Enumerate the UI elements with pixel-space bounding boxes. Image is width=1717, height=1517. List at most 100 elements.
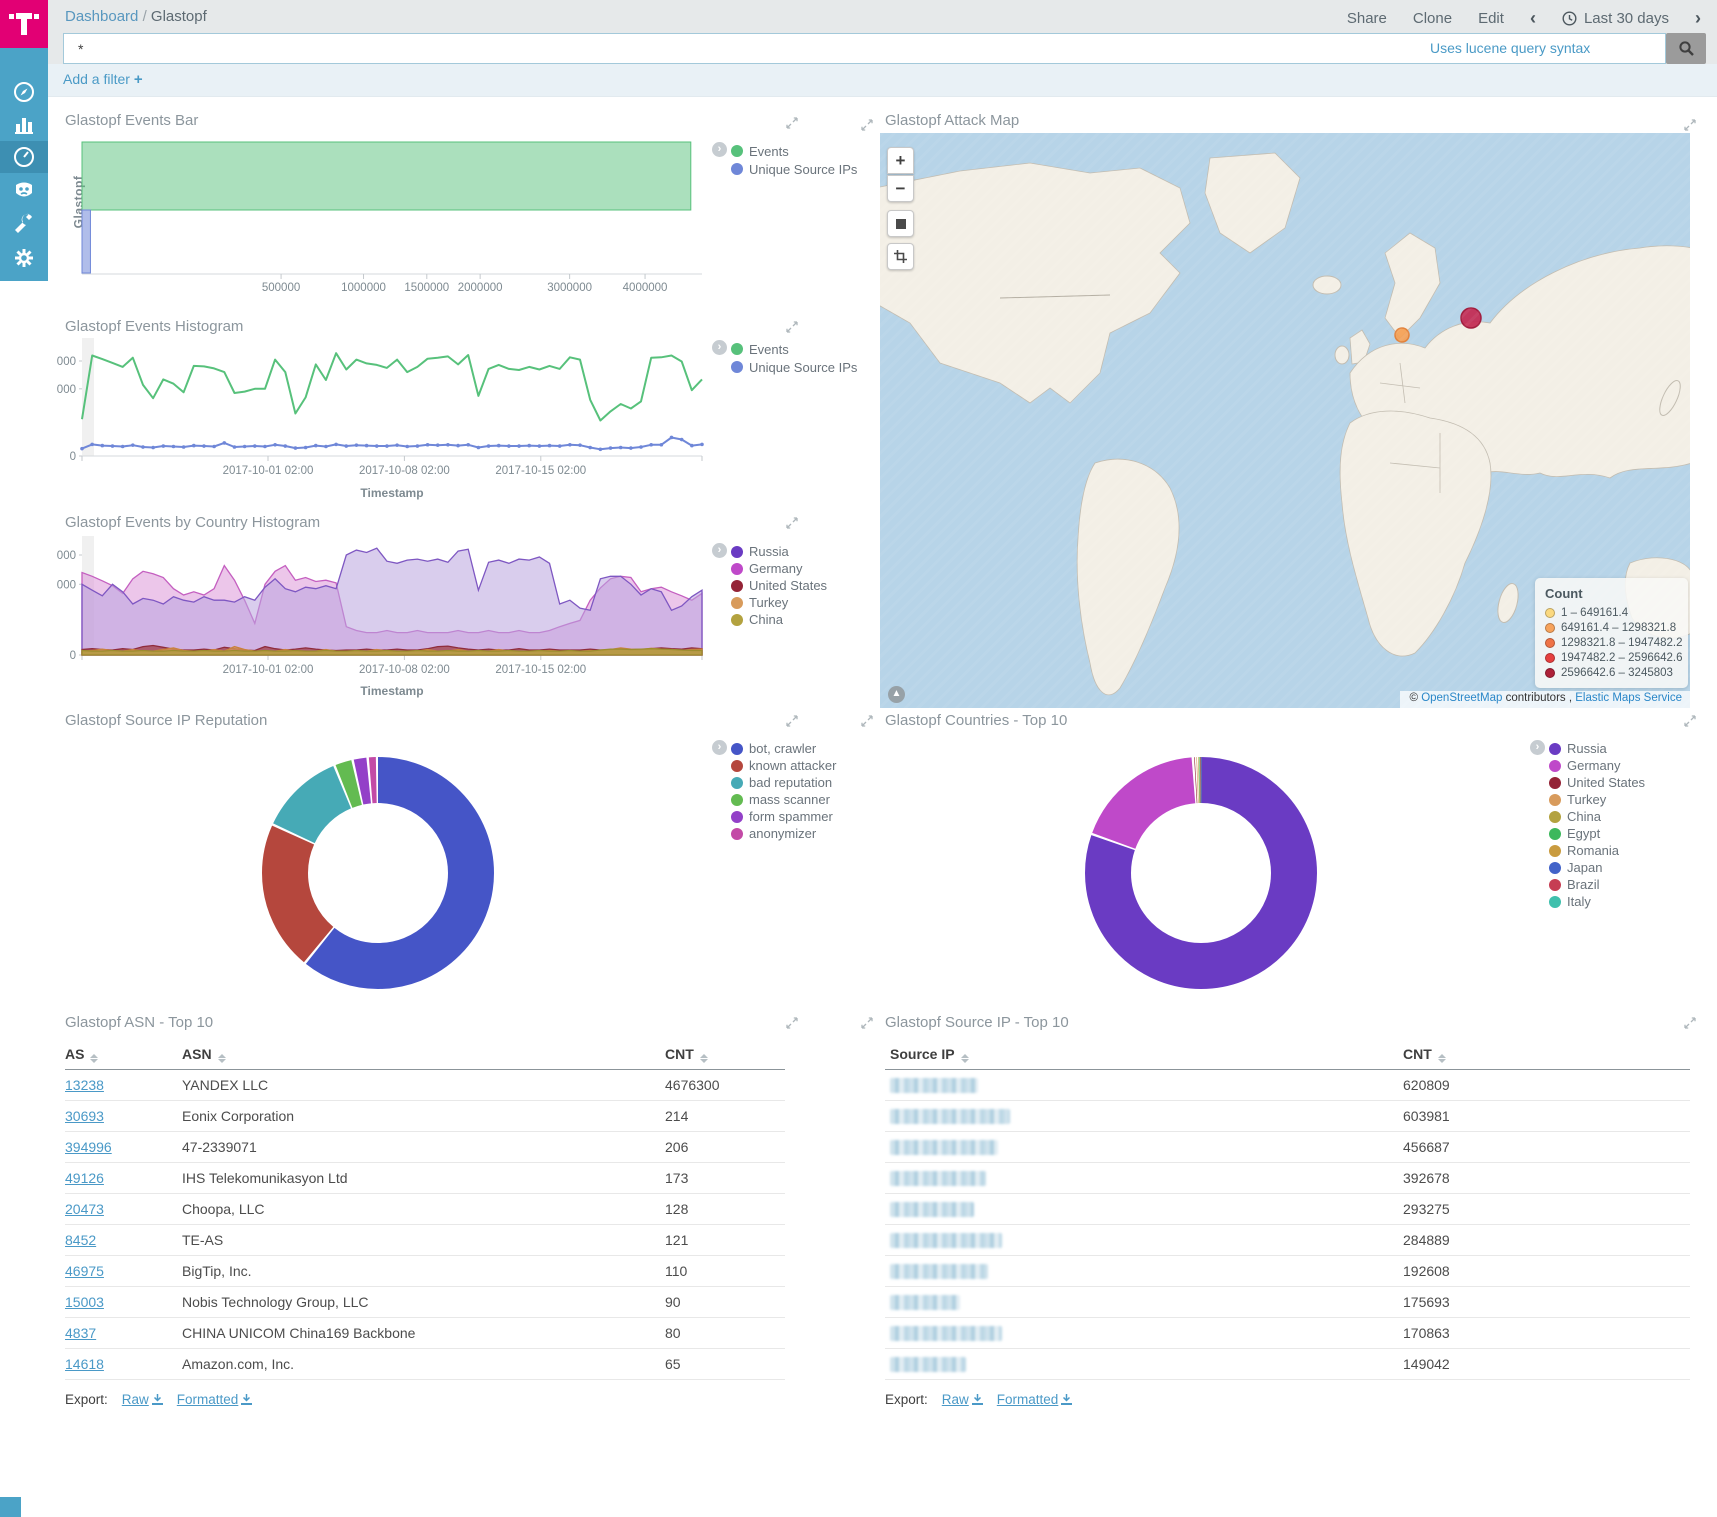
- legend-item[interactable]: Germany: [731, 560, 827, 577]
- sidebar-item-bar-chart[interactable]: [0, 108, 48, 140]
- sidebar-collapse-corner[interactable]: [0, 1497, 21, 1517]
- legend-toggle-icon[interactable]: ›: [712, 740, 727, 755]
- expand-panel-icon[interactable]: [786, 1016, 798, 1028]
- lucene-syntax-link[interactable]: Uses lucene query syntax: [1430, 40, 1590, 56]
- sort-icon[interactable]: [218, 1054, 226, 1063]
- as-number-link[interactable]: 8452: [65, 1232, 96, 1248]
- legend-item[interactable]: anonymizer: [731, 825, 836, 842]
- sidebar-item-dashboard-gauge[interactable]: [0, 141, 48, 173]
- expand-panel-icon[interactable]: [861, 118, 873, 130]
- legend-item[interactable]: bot, crawler: [731, 740, 836, 757]
- expand-panel-icon[interactable]: [1684, 714, 1696, 726]
- legend-item[interactable]: Egypt: [1549, 825, 1645, 842]
- add-filter-button[interactable]: Add a filter +: [63, 71, 143, 88]
- legend-item[interactable]: bad reputation: [731, 774, 836, 791]
- sort-icon[interactable]: [1438, 1054, 1446, 1063]
- attack-map[interactable]: + − Count 1 – 649161.4649161.4 – 1298321…: [880, 133, 1690, 708]
- column-header-cnt[interactable]: CNT: [665, 1046, 785, 1063]
- events-line[interactable]: [82, 353, 702, 420]
- column-header-cnt[interactable]: CNT: [1403, 1046, 1690, 1063]
- sort-icon[interactable]: [90, 1054, 98, 1063]
- t-logo[interactable]: [0, 0, 48, 48]
- breadcrumb-dashboard-link[interactable]: Dashboard: [65, 8, 138, 25]
- column-header-source-ip[interactable]: Source IP: [885, 1046, 1403, 1063]
- legend-item[interactable]: Events: [731, 142, 857, 160]
- sidebar-item-gear[interactable]: [0, 242, 48, 274]
- legend-item[interactable]: known attacker: [731, 757, 836, 774]
- attack-origin-dot-central-europe[interactable]: [1395, 328, 1409, 342]
- legend-item[interactable]: Russia: [1549, 740, 1645, 757]
- sort-icon[interactable]: [700, 1054, 708, 1063]
- sidebar-item-compass[interactable]: [0, 76, 48, 108]
- legend-item[interactable]: United States: [731, 577, 827, 594]
- legend-toggle-icon[interactable]: ›: [712, 340, 727, 355]
- legend-item[interactable]: Germany: [1549, 757, 1645, 774]
- legend-item[interactable]: form spammer: [731, 808, 836, 825]
- as-number-link[interactable]: 15003: [65, 1294, 104, 1310]
- expand-panel-icon[interactable]: [786, 320, 798, 332]
- legend-toggle-icon[interactable]: ›: [1530, 740, 1545, 755]
- expand-panel-icon[interactable]: [861, 1016, 873, 1028]
- legend-item[interactable]: Russia: [731, 543, 827, 560]
- as-number-link[interactable]: 14618: [65, 1356, 104, 1372]
- legend-item[interactable]: Unique Source IPs: [731, 160, 857, 178]
- legend-item[interactable]: Events: [731, 340, 857, 358]
- attack-origin-dot-western-russia[interactable]: [1461, 308, 1481, 328]
- map-crop-button[interactable]: [887, 243, 914, 270]
- clone-button[interactable]: Clone: [1413, 10, 1452, 27]
- legend-item[interactable]: Japan: [1549, 859, 1645, 876]
- area-series-russia[interactable]: [82, 548, 702, 655]
- legend-item[interactable]: China: [731, 611, 827, 628]
- as-number-link[interactable]: 30693: [65, 1108, 104, 1124]
- as-number-link[interactable]: 46975: [65, 1263, 104, 1279]
- expand-panel-icon[interactable]: [786, 516, 798, 528]
- expand-panel-icon[interactable]: [861, 714, 873, 726]
- map-fit-button[interactable]: [887, 210, 914, 237]
- as-number-link[interactable]: 394996: [65, 1139, 112, 1155]
- time-forward-button[interactable]: ›: [1695, 8, 1701, 29]
- sidebar-item-wrench[interactable]: [0, 207, 48, 239]
- share-button[interactable]: Share: [1347, 10, 1387, 27]
- legend-item[interactable]: mass scanner: [731, 791, 836, 808]
- as-number-link[interactable]: 13238: [65, 1077, 104, 1093]
- legend-toggle-icon[interactable]: ›: [712, 142, 727, 157]
- export-formatted-link[interactable]: Formatted: [177, 1392, 253, 1407]
- time-back-button[interactable]: ‹: [1530, 8, 1536, 29]
- filter-bar: [0, 64, 1717, 97]
- legend-item[interactable]: Turkey: [1549, 791, 1645, 808]
- sort-icon[interactable]: [961, 1054, 969, 1063]
- as-number-link[interactable]: 49126: [65, 1170, 104, 1186]
- attribution-toggle-icon[interactable]: ▲: [888, 686, 905, 703]
- elastic-maps-link[interactable]: Elastic Maps Service: [1575, 692, 1682, 704]
- export-raw-link[interactable]: Raw: [122, 1392, 163, 1407]
- column-header-asn[interactable]: ASN: [182, 1046, 665, 1063]
- legend-item[interactable]: Unique Source IPs: [731, 358, 857, 376]
- legend-item[interactable]: Turkey: [731, 594, 827, 611]
- legend-item[interactable]: Italy: [1549, 893, 1645, 910]
- events-bar[interactable]: [82, 142, 691, 210]
- column-header-as[interactable]: AS: [65, 1046, 182, 1063]
- map-zoom-in-button[interactable]: +: [887, 147, 914, 174]
- as-number-link[interactable]: 4837: [65, 1325, 96, 1341]
- legend-toggle-icon[interactable]: ›: [712, 543, 727, 558]
- search-button[interactable]: [1666, 33, 1706, 64]
- export-formatted-link[interactable]: Formatted: [997, 1392, 1073, 1407]
- export-raw-link[interactable]: Raw: [942, 1392, 983, 1407]
- map-zoom-out-button[interactable]: −: [887, 175, 914, 202]
- legend-item[interactable]: Brazil: [1549, 876, 1645, 893]
- legend-item[interactable]: China: [1549, 808, 1645, 825]
- expand-panel-icon[interactable]: [1684, 118, 1696, 130]
- expand-panel-icon[interactable]: [1684, 1016, 1696, 1028]
- as-number-link[interactable]: 20473: [65, 1201, 104, 1217]
- edit-button[interactable]: Edit: [1478, 10, 1504, 27]
- time-picker[interactable]: Last 30 days: [1562, 10, 1669, 27]
- search-input[interactable]: [63, 33, 1666, 64]
- panel-title-country-histogram: Glastopf Events by Country Histogram: [65, 514, 320, 531]
- legend-item[interactable]: United States: [1549, 774, 1645, 791]
- sidebar-item-timelion-face[interactable]: [0, 174, 48, 206]
- legend-item[interactable]: Romania: [1549, 842, 1645, 859]
- expand-panel-icon[interactable]: [786, 116, 798, 128]
- openstreetmap-link[interactable]: OpenStreetMap: [1421, 692, 1502, 704]
- expand-panel-icon[interactable]: [786, 714, 798, 726]
- unique-ips-bar[interactable]: [82, 210, 90, 273]
